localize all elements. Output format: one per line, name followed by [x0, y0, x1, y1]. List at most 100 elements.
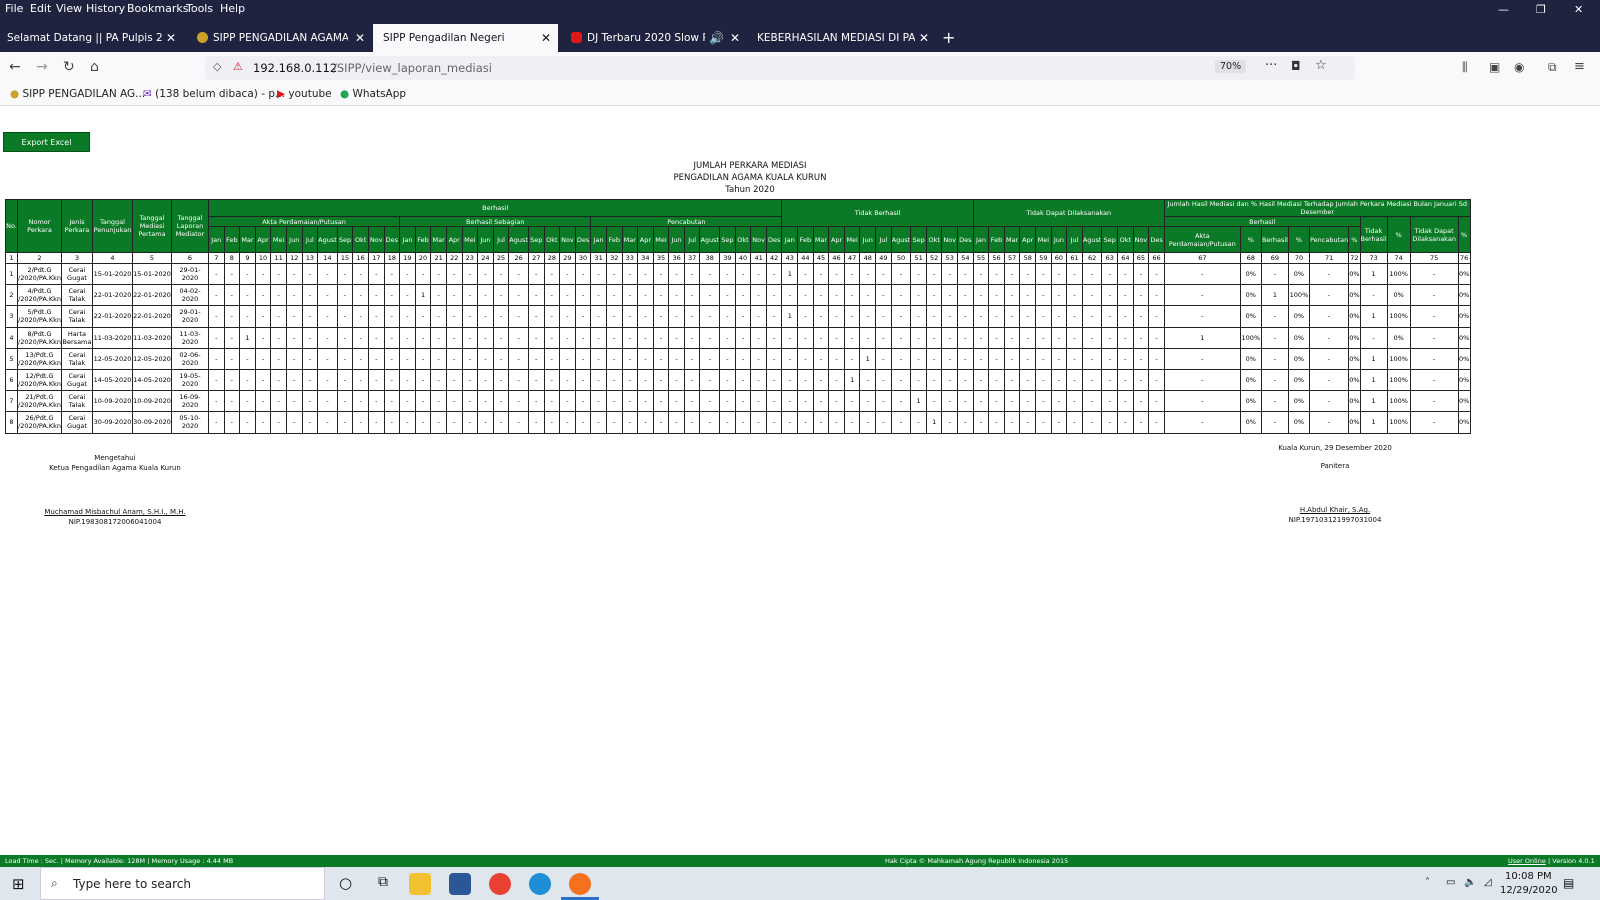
month-header: Sep	[719, 226, 736, 253]
cell-tanggal-mediasi: 15-01-2020	[131, 262, 172, 286]
reload-icon[interactable]: ↻	[63, 59, 75, 75]
month-header: Nov	[367, 226, 385, 253]
titlebar-strip	[0, 17, 1600, 24]
battery-icon[interactable]: ▭	[1446, 877, 1455, 888]
column-number: 27	[527, 252, 545, 264]
task-view-icon[interactable]: ⧉	[378, 874, 388, 890]
close-tab-icon[interactable]: ✕	[919, 24, 929, 52]
cell-summary: 0%	[1287, 326, 1310, 349]
month-header: Mei	[843, 226, 861, 253]
menu-view[interactable]: View	[56, 2, 82, 15]
bookmark-mail[interactable]: ✉ (138 belum dibaca) - p...	[143, 88, 285, 100]
volume-icon[interactable]: 🔈	[1464, 877, 1476, 888]
search-icon: ⌕	[51, 876, 58, 890]
menu-file[interactable]: File	[5, 2, 23, 15]
cell-month-count: -	[1019, 347, 1037, 370]
minimize-button[interactable]: —	[1498, 3, 1509, 16]
cell-month-count: -	[543, 305, 561, 328]
bookmark-whatsapp[interactable]: ● WhatsApp	[340, 88, 406, 100]
cell-month-count: -	[781, 347, 799, 370]
speaker-icon[interactable]: 🔊	[709, 24, 724, 52]
account-icon[interactable]: ◉	[1514, 59, 1524, 75]
cell-month-count: -	[1050, 347, 1068, 370]
cell-month-count: -	[223, 390, 241, 413]
user-online-link[interactable]: User Online	[1508, 855, 1546, 867]
cell-month-count: -	[543, 390, 561, 413]
tab-pa-pulpis[interactable]: Selamat Datang || PA Pulpis 2019 - F ✕	[0, 24, 182, 52]
close-tab-icon[interactable]: ✕	[355, 24, 365, 52]
tray-chevron-icon[interactable]: ˄	[1425, 877, 1430, 888]
windows-start-icon[interactable]: ⊞	[12, 875, 25, 893]
close-tab-icon[interactable]: ✕	[541, 24, 551, 52]
cell-summary: 0%	[1457, 262, 1471, 286]
notifications-icon[interactable]: ▤	[1563, 876, 1574, 890]
forward-arrow-icon[interactable]: →	[36, 59, 48, 75]
footer-copyright: Hak Cipta © Mahkamah Agung Republik Indo…	[885, 857, 1069, 865]
column-number: 44	[797, 252, 814, 264]
cell-month-count: -	[527, 262, 545, 286]
cell-month-count: -	[699, 326, 721, 349]
menu-history[interactable]: History	[86, 2, 125, 15]
menu-help[interactable]: Help	[220, 2, 245, 15]
hamburger-menu-icon[interactable]: ≡	[1574, 59, 1585, 75]
cortana-icon[interactable]: ○	[339, 874, 352, 892]
shield-icon[interactable]: ◇	[213, 60, 221, 73]
network-icon[interactable]: ◿	[1484, 877, 1492, 888]
menu-edit[interactable]: Edit	[30, 2, 51, 15]
menu-tools[interactable]: Tools	[186, 2, 213, 15]
url-bar[interactable]: ◇ ⚠ 192.168.0.112 /SIPP/view_laporan_med…	[205, 56, 1355, 80]
cell-month-count: -	[1148, 411, 1165, 434]
close-tab-icon[interactable]: ✕	[730, 24, 740, 52]
bookmark-sipp[interactable]: ● SIPP PENGADILAN AG...	[10, 88, 145, 100]
chrome-icon[interactable]	[489, 873, 511, 895]
month-header: Mar	[430, 226, 447, 253]
tab-dj-remix[interactable]: DJ Terbaru 2020 Slow Remix 🔊 ✕	[561, 24, 746, 52]
library-icon[interactable]: ⫼	[1462, 59, 1468, 75]
pocket-icon[interactable]: ◘	[1291, 59, 1301, 73]
word-icon[interactable]	[449, 873, 471, 895]
tab-sipp-negeri[interactable]: SIPP Pengadilan Negeri ✕	[373, 24, 558, 52]
cell-month-count: 1	[781, 262, 799, 286]
taskbar-search-box[interactable]: ⌕ Type here to search	[40, 867, 325, 900]
column-number: 22	[445, 252, 463, 264]
cell-month-count: -	[957, 411, 974, 434]
export-excel-button[interactable]: Export Excel	[3, 132, 90, 152]
cell-jenis-perkara: Cerai Talak	[60, 284, 93, 307]
cell-month-count: -	[574, 262, 592, 286]
bookmark-youtube[interactable]: ▶ youtube	[277, 88, 332, 100]
tab-sipp-agama[interactable]: SIPP PENGADILAN AGAMA KU ✕	[185, 24, 370, 52]
file-explorer-icon[interactable]	[409, 873, 431, 895]
cell-month-count: -	[352, 284, 369, 307]
home-icon[interactable]: ⌂	[90, 59, 99, 75]
page-actions-icon[interactable]: ···	[1265, 58, 1277, 73]
clock-time[interactable]: 10:08 PM	[1505, 871, 1552, 882]
column-number: 30	[574, 252, 592, 264]
bookmark-star-icon[interactable]: ☆	[1315, 58, 1327, 73]
month-header: Des	[574, 226, 592, 253]
bookmarks-bar: ● SIPP PENGADILAN AG... ✉ (138 belum dib…	[0, 84, 1600, 106]
cell-month-count: -	[559, 262, 576, 286]
sidebar-icon[interactable]: ▣	[1489, 59, 1500, 75]
clock-date[interactable]: 12/29/2020	[1500, 885, 1558, 896]
edge-icon[interactable]	[529, 873, 551, 895]
firefox-icon[interactable]	[569, 873, 591, 895]
back-arrow-icon[interactable]: ←	[9, 59, 21, 75]
cell-month-count: -	[527, 326, 545, 349]
month-header: Mei	[270, 226, 287, 253]
insecure-lock-icon[interactable]: ⚠	[233, 60, 243, 73]
close-tab-icon[interactable]: ✕	[166, 24, 176, 52]
tab-keberhasilan[interactable]: KEBERHASILAN MEDIASI DI PA KUA ✕	[749, 24, 934, 52]
cell-month-count: -	[812, 347, 830, 370]
close-window-button[interactable]: ✕	[1574, 3, 1583, 16]
zoom-level[interactable]: 70%	[1215, 60, 1247, 73]
extensions-icon[interactable]: ⧉	[1548, 59, 1557, 75]
cell-month-count: -	[812, 390, 830, 413]
new-tab-button[interactable]: +	[942, 24, 962, 52]
cell-month-count: -	[683, 390, 701, 413]
menu-bookmarks[interactable]: Bookmarks	[127, 2, 188, 15]
cell-month-count: -	[559, 368, 576, 392]
column-number: 70	[1287, 252, 1310, 264]
maximize-button[interactable]: ❐	[1536, 3, 1546, 16]
column-number: 55	[972, 252, 990, 264]
cell-month-count: -	[492, 262, 510, 286]
